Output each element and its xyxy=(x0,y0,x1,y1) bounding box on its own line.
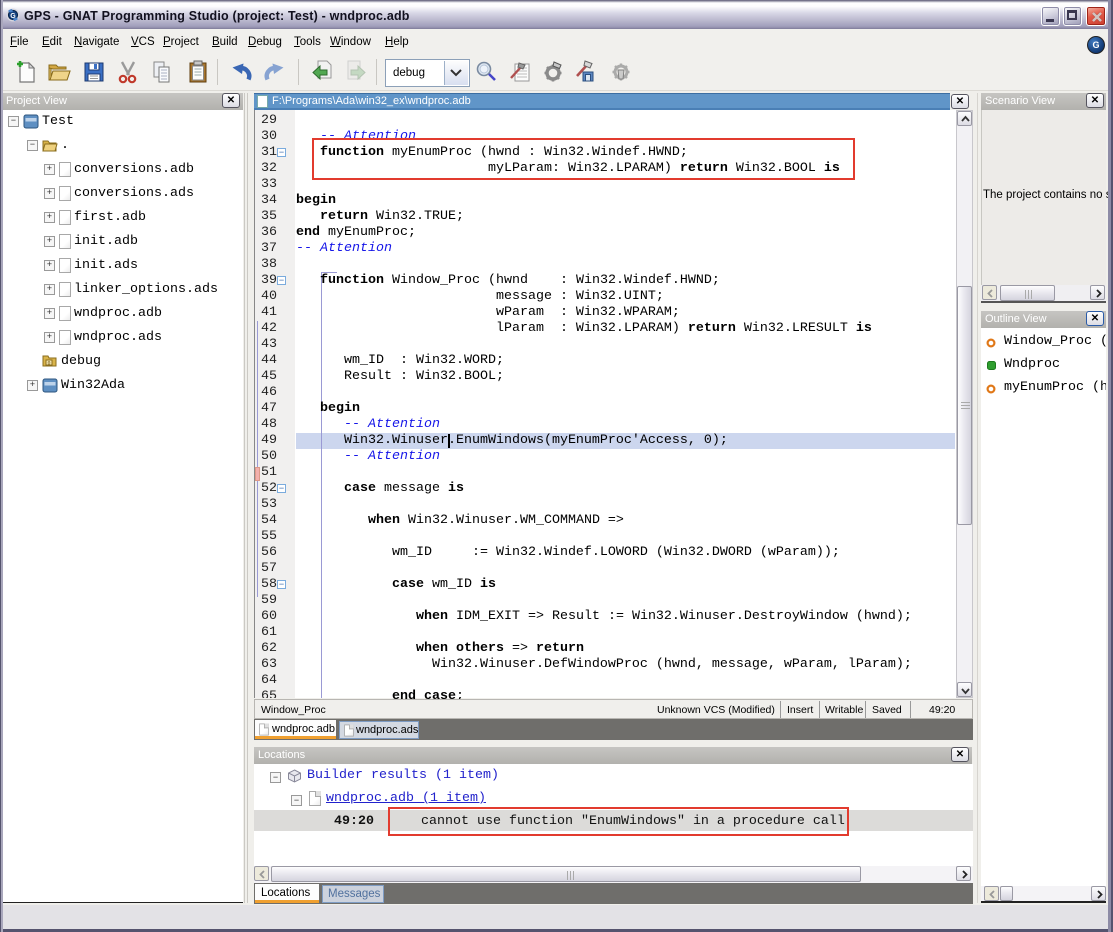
svg-text:G: G xyxy=(10,13,16,20)
svg-text:0: 0 xyxy=(47,361,50,367)
